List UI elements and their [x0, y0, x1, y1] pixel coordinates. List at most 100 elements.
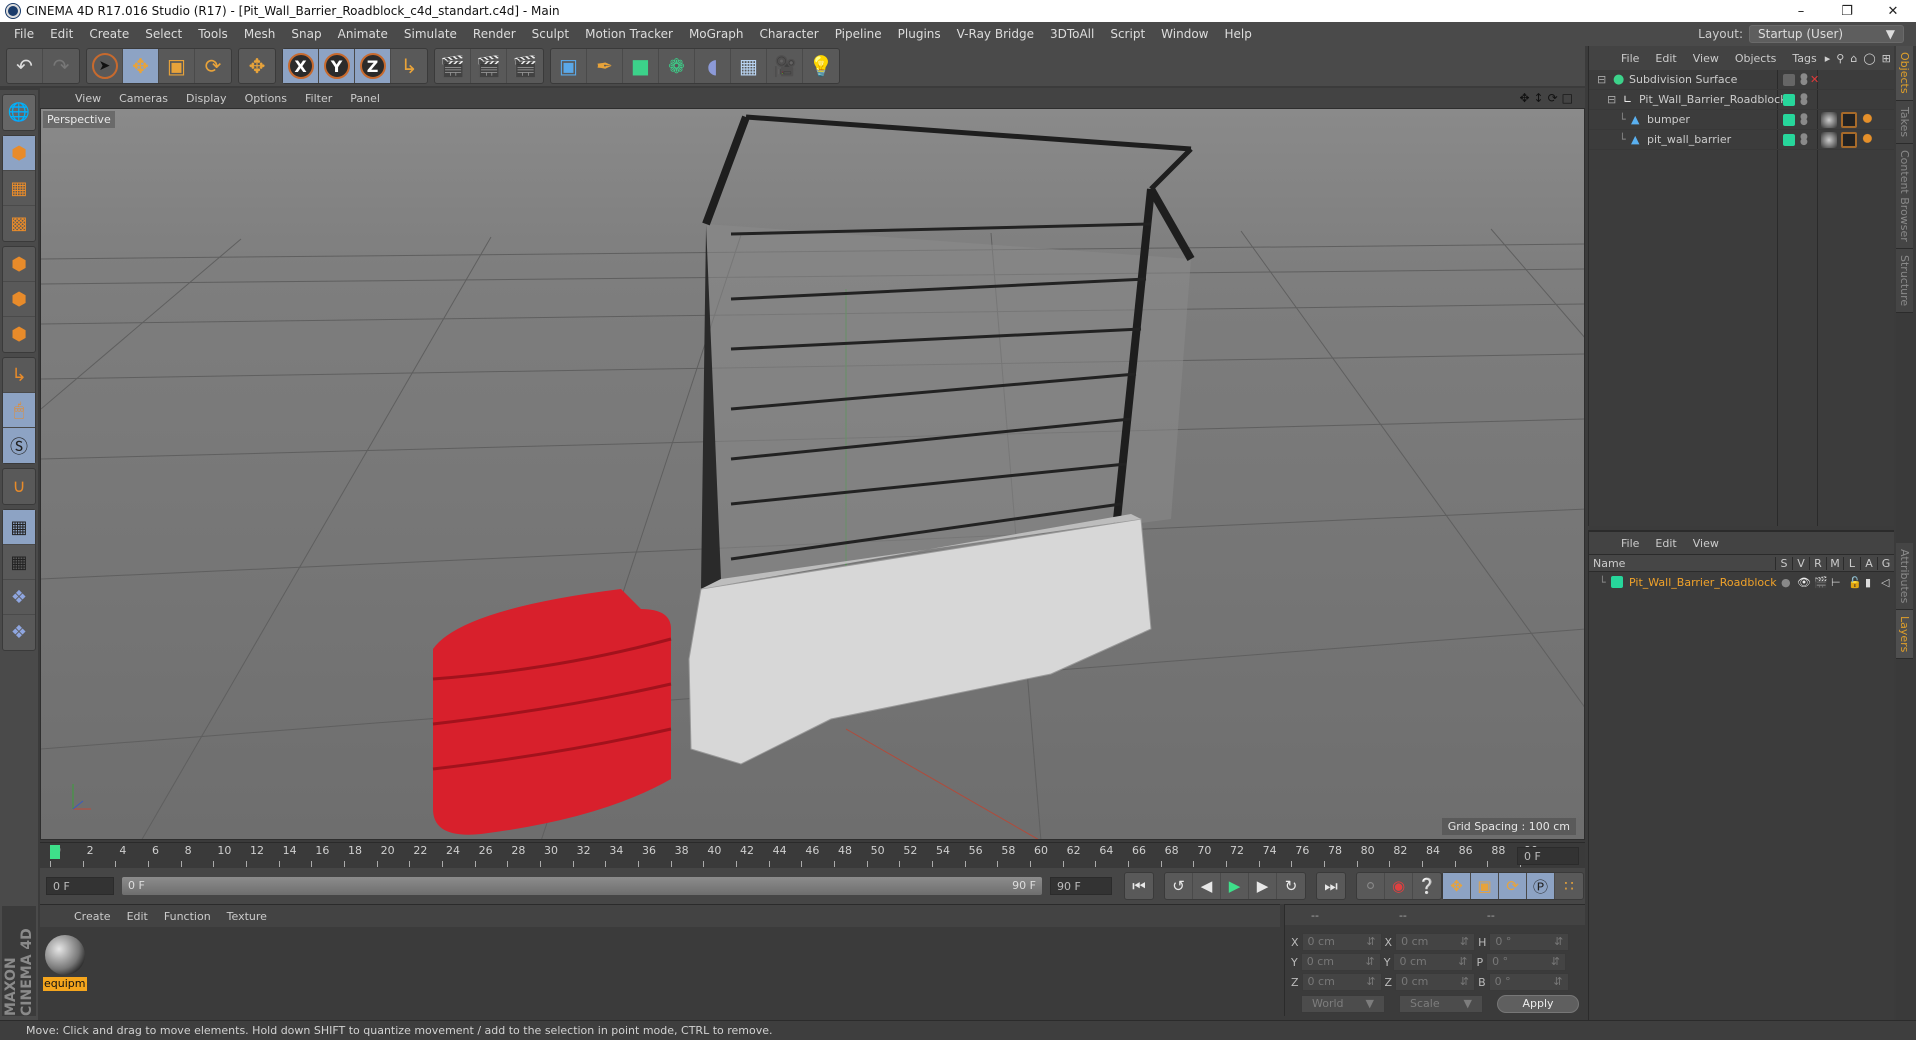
uvw-tag-icon[interactable]	[1841, 131, 1857, 148]
viewport-menu-filter[interactable]: Filter	[296, 92, 341, 105]
key-scale-icon[interactable]: ▣	[1471, 873, 1499, 899]
viewport-menu-display[interactable]: Display	[177, 92, 236, 105]
layer-row[interactable]: └ Pit_Wall_Barrier_Roadblock ● 👁 🎬 ⊢ 🔓 ▮…	[1589, 572, 1894, 592]
size-mode-dropdown[interactable]: Scale ▼	[1399, 995, 1483, 1013]
material-menu-texture[interactable]: Texture	[219, 910, 275, 923]
coordinate-space-dropdown[interactable]: World ▼	[1301, 995, 1385, 1013]
tab-attributes[interactable]: Attributes	[1896, 542, 1913, 610]
prev-key-icon[interactable]: ↺	[1165, 873, 1193, 899]
column-generators[interactable]: G	[1877, 556, 1894, 570]
menu-pipeline[interactable]: Pipeline	[827, 27, 890, 41]
tree-expand-icon[interactable]: ⊟	[1597, 73, 1606, 86]
menu-mesh[interactable]: Mesh	[236, 27, 284, 41]
lock-toggle-icon[interactable]: 🔓	[1848, 576, 1862, 589]
redo-icon[interactable]: ↷	[43, 49, 79, 83]
orbit-icon[interactable]: ⟳	[1548, 91, 1562, 105]
object-row-pit-wall-barrier-roadblock[interactable]: ⊟ ∟ Pit_Wall_Barrier_Roadblock ● ●	[1589, 90, 1894, 110]
undo-icon[interactable]: ↶	[7, 49, 43, 83]
python-icon[interactable]: ❖	[3, 580, 35, 615]
menu-file[interactable]: File	[6, 27, 42, 41]
y-axis-button[interactable]: Y	[319, 49, 355, 83]
objects-menu-tags[interactable]: Tags	[1784, 52, 1824, 65]
tab-content-browser[interactable]: Content Browser	[1896, 143, 1913, 249]
python-icon-2[interactable]: ❖	[3, 615, 35, 650]
objects-menu-file[interactable]: File	[1613, 52, 1647, 65]
viewport-menu-options[interactable]: Options	[236, 92, 296, 105]
rot-p-field[interactable]: 0 ° ⇵	[1486, 953, 1567, 971]
end-frame-field[interactable]: 90 F	[1050, 877, 1112, 895]
viewport-menu-panel[interactable]: Panel	[341, 92, 389, 105]
key-rotation-icon[interactable]: ⟳	[1499, 873, 1527, 899]
menu-window[interactable]: Window	[1153, 27, 1216, 41]
move-icon[interactable]: ✥	[123, 49, 159, 83]
pen-spline-icon[interactable]: ✒	[587, 49, 623, 83]
visibility-dots[interactable]: ● ●	[1800, 112, 1808, 126]
rot-b-field[interactable]: 0 ° ⇵	[1488, 973, 1569, 991]
menu-select[interactable]: Select	[137, 27, 190, 41]
solo-mode-icon[interactable]: Ⓢ	[3, 428, 35, 463]
render-settings-icon[interactable]: 🎬	[507, 49, 543, 83]
search-icon[interactable]: ⚲	[1836, 52, 1850, 65]
objects-menu-view[interactable]: View	[1685, 52, 1727, 65]
dolly-icon[interactable]: ↕	[1534, 91, 1548, 105]
playhead[interactable]	[50, 845, 60, 859]
next-frame-icon[interactable]: ▶	[1249, 873, 1277, 899]
goto-start-icon[interactable]: ⏮	[1125, 873, 1153, 899]
current-frame-field[interactable]: 0 F	[1517, 847, 1579, 865]
pan-icon[interactable]: ✥	[1519, 91, 1533, 105]
phong-tag-icon[interactable]	[1861, 111, 1877, 128]
tab-takes[interactable]: Takes	[1896, 100, 1913, 144]
menu-vray-bridge[interactable]: V-Ray Bridge	[949, 27, 1042, 41]
viewport-menu-cameras[interactable]: Cameras	[110, 92, 177, 105]
generator-toggle-icon[interactable]: ◁	[1881, 576, 1889, 589]
tab-objects[interactable]: Objects	[1896, 46, 1913, 101]
tweak-mode-icon[interactable]: 🖱	[3, 393, 35, 428]
visibility-dots[interactable]: ● ●	[1800, 72, 1808, 86]
column-animation[interactable]: A	[1860, 556, 1877, 570]
prev-frame-icon[interactable]: ◀	[1193, 873, 1221, 899]
layer-swatch[interactable]	[1783, 133, 1795, 146]
goto-end-icon[interactable]: ⏭	[1317, 873, 1345, 899]
menu-simulate[interactable]: Simulate	[396, 27, 465, 41]
menu-sculpt[interactable]: Sculpt	[524, 27, 577, 41]
render-picture-viewer-icon[interactable]: 🎬	[471, 49, 507, 83]
subdivision-icon[interactable]: ■	[623, 49, 659, 83]
material-menu-function[interactable]: Function	[156, 910, 219, 923]
menu-plugins[interactable]: Plugins	[890, 27, 949, 41]
start-frame-field[interactable]: 0 F	[46, 877, 114, 895]
uvw-tag-icon[interactable]	[1841, 111, 1857, 128]
layers-menu-file[interactable]: File	[1613, 537, 1647, 550]
coordinate-system-icon[interactable]: ↳	[391, 49, 427, 83]
column-locked[interactable]: L	[1843, 556, 1860, 570]
column-name[interactable]: Name	[1589, 557, 1775, 570]
edges-mode-icon[interactable]: ⬢	[3, 282, 35, 317]
apply-button[interactable]: Apply	[1497, 995, 1579, 1013]
home-icon[interactable]: ⌂	[1850, 52, 1863, 65]
objects-menu-objects[interactable]: Objects	[1727, 52, 1785, 65]
render-view-icon[interactable]: 🎬	[435, 49, 471, 83]
layers-menu-edit[interactable]: Edit	[1647, 537, 1684, 550]
workplane-mode-icon[interactable]: ▩	[3, 206, 35, 241]
column-visible[interactable]: V	[1792, 556, 1809, 570]
eye-icon[interactable]: ◯	[1863, 52, 1881, 65]
restore-button[interactable]: ❐	[1824, 4, 1870, 19]
tree-expand-icon[interactable]: ⊟	[1607, 93, 1616, 106]
viewport-menu-view[interactable]: View	[66, 92, 110, 105]
pos-z-field[interactable]: 0 cm ⇵	[1301, 973, 1382, 991]
key-pla-icon[interactable]: ∷	[1555, 873, 1583, 899]
material-menu-create[interactable]: Create	[66, 910, 119, 923]
size-z-field[interactable]: 0 cm ⇵	[1395, 973, 1476, 991]
tab-layers[interactable]: Layers	[1896, 610, 1913, 660]
render-toggle-icon[interactable]: 🎬	[1814, 576, 1828, 589]
record-keys-icon[interactable]: ◉	[1385, 873, 1413, 899]
camera-label[interactable]: Perspective	[43, 111, 115, 128]
workplane-lock-icon[interactable]: ▦	[3, 510, 35, 545]
menu-snap[interactable]: Snap	[283, 27, 329, 41]
texture-mode-icon[interactable]: ▦	[3, 171, 35, 206]
autokey-icon[interactable]: ❔	[1413, 873, 1441, 899]
cloner-icon[interactable]: ❁	[659, 49, 695, 83]
scale-icon[interactable]: ▣	[159, 49, 195, 83]
new-view-icon[interactable]: ⊞	[1882, 52, 1897, 65]
material-menu-edit[interactable]: Edit	[119, 910, 156, 923]
objects-menu-edit[interactable]: Edit	[1647, 52, 1684, 65]
